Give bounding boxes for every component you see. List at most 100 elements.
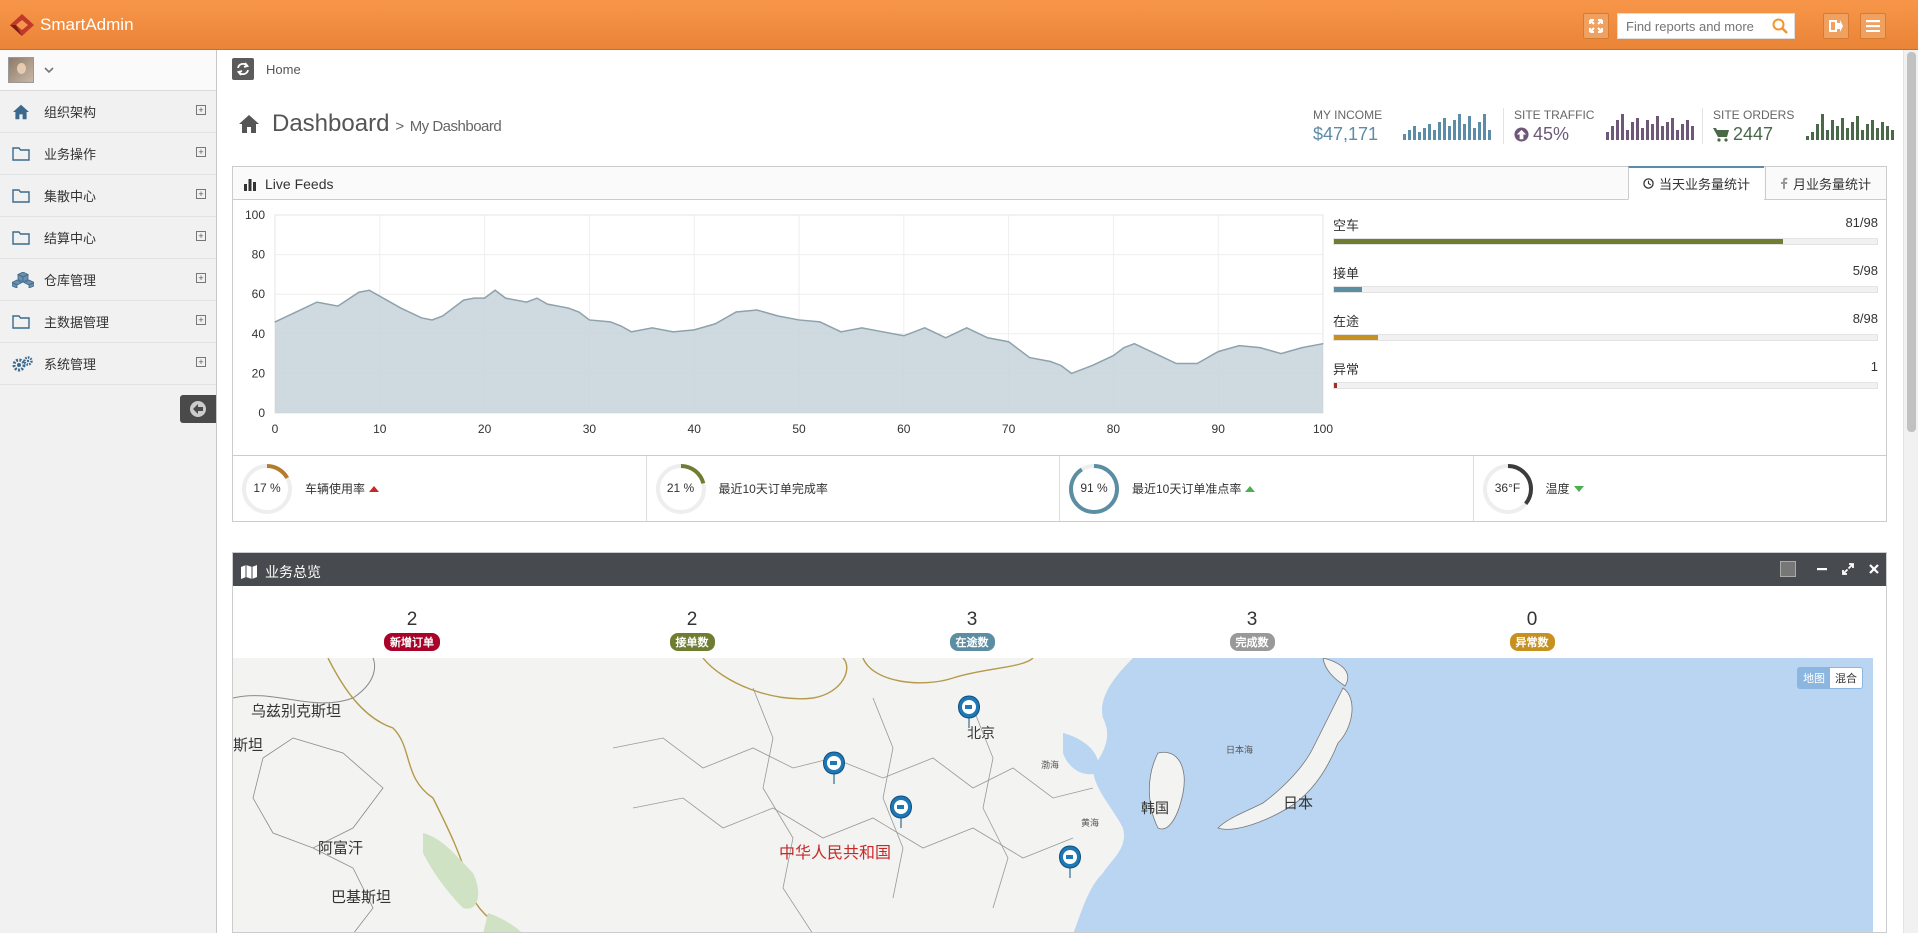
sidebar-item[interactable]: 业务操作 + — [0, 133, 216, 175]
live-feeds-title: Live Feeds — [243, 176, 333, 192]
kpi-item: 91 % 最近10天订单准点率 — [1060, 456, 1474, 521]
expand-icon[interactable]: + — [196, 189, 206, 199]
sparkline-bar — [1686, 120, 1689, 140]
stat-income-value: $47,171 — [1313, 124, 1379, 144]
sidebar-item[interactable]: 集散中心 + — [0, 175, 216, 217]
data-point — [400, 307, 402, 309]
app-name: SmartAdmin — [40, 15, 134, 34]
chevron-down-icon[interactable] — [44, 66, 54, 74]
collapse-sidebar-button[interactable] — [180, 395, 216, 423]
data-point — [337, 305, 339, 307]
map-type-map-button[interactable]: 地图 — [1798, 668, 1830, 688]
color-picker-button[interactable] — [1780, 561, 1796, 577]
data-point — [1008, 341, 1010, 343]
kpi-ring: 21 % — [655, 463, 707, 515]
user-info[interactable] — [0, 50, 216, 91]
x-tick-label: 90 — [1212, 422, 1226, 436]
search-box[interactable] — [1617, 13, 1795, 39]
kpi-label: 温度 — [1546, 480, 1584, 497]
map-label-afghanistan: 阿富汗 — [318, 839, 363, 857]
progress-row: 空车 81/98 — [1333, 215, 1878, 245]
sparkline-bar — [1641, 128, 1644, 140]
page-scrollbar[interactable] — [1903, 50, 1918, 933]
tab-monthly-stats[interactable]: 月业务量统计 — [1765, 166, 1885, 200]
expand-icon[interactable]: + — [196, 105, 206, 115]
sparkline-bar — [1651, 124, 1654, 140]
overview-title: 业务总览 — [241, 562, 321, 582]
kpi-value: 21 % — [666, 480, 695, 495]
sparkline-bar — [1821, 114, 1824, 140]
kpi-ring: 91 % — [1068, 463, 1120, 515]
stat-orders-label: SITE ORDERS — [1713, 108, 1795, 122]
logo-icon — [10, 14, 34, 36]
nav-list: 组织架构 + 业务操作 + 集散中心 + 结算中心 + 仓库管理 + 主数据管理 + 系统管理 + — [0, 91, 216, 385]
refresh-button[interactable] — [232, 58, 254, 80]
sparkline-bar — [1671, 118, 1674, 140]
data-point — [473, 297, 475, 299]
minimize-icon[interactable] — [1816, 563, 1828, 575]
expand-icon[interactable]: + — [196, 357, 206, 367]
sidebar-item[interactable]: 系统管理 + — [0, 343, 216, 385]
kpi-item: 17 % 车辆使用率 — [233, 456, 647, 521]
tab-daily-stats[interactable]: 当天业务量统计 — [1628, 166, 1765, 200]
arrow-circle-up-icon — [1514, 127, 1529, 142]
map-view[interactable]: 乌兹别克斯坦 斯坦 阿富汗 巴基斯坦 北京 中华人民共和国 韩国 日本 渤海 黄… — [233, 658, 1873, 933]
home-icon — [239, 115, 259, 133]
live-feeds-title-text: Live Feeds — [265, 176, 334, 192]
sparkline-bar — [1836, 126, 1839, 140]
progress-track — [1333, 382, 1878, 389]
stat-traffic: SITE TRAFFIC 45% — [1514, 108, 1594, 145]
y-tick-label: 60 — [252, 287, 266, 301]
overview-header: 业务总览 — [233, 553, 1886, 586]
live-feeds-chart: 0 10 20 30 40 50 60 70 80 90 100 0 20 40 60 80 100 — [233, 200, 1333, 455]
sidebar-item[interactable]: 仓库管理 + — [0, 259, 216, 301]
breadcrumb-home[interactable]: Home — [266, 62, 301, 77]
logout-button[interactable] — [1823, 13, 1849, 39]
sparkline-bar — [1413, 126, 1416, 140]
count-badge: 接单数 — [669, 633, 715, 651]
avatar[interactable] — [8, 57, 34, 83]
progress-fill — [1334, 239, 1783, 244]
fullscreen-button[interactable] — [1583, 13, 1609, 39]
data-point — [358, 291, 360, 293]
sparkline-bar — [1666, 122, 1669, 140]
search-icon[interactable] — [1772, 18, 1788, 34]
folder-icon — [12, 188, 34, 203]
data-point — [735, 311, 737, 313]
app-logo[interactable]: SmartAdmin — [8, 12, 134, 38]
sparkline-bar — [1616, 120, 1619, 140]
sea-area — [1073, 658, 1873, 932]
sparkline-bar — [1611, 126, 1614, 140]
stat-orders: SITE ORDERS 2447 — [1713, 108, 1794, 145]
expand-icon[interactable]: + — [196, 273, 206, 283]
expand-icon[interactable]: + — [196, 147, 206, 157]
tab-daily-stats-label: 当天业务量统计 — [1659, 177, 1751, 192]
close-icon[interactable] — [1868, 563, 1880, 575]
sidebar-item-label: 仓库管理 — [44, 273, 97, 288]
caret-down-icon — [1573, 485, 1584, 492]
sparkline-bar — [1886, 126, 1889, 140]
y-tick-label: 0 — [258, 406, 265, 420]
sidebar-item[interactable]: 结算中心 + — [0, 217, 216, 259]
expand-icon[interactable] — [1842, 563, 1854, 575]
menu-button[interactable] — [1860, 13, 1886, 39]
map-canvas[interactable]: 乌兹别克斯坦 斯坦 阿富汗 巴基斯坦 北京 中华人民共和国 韩国 日本 渤海 黄… — [233, 658, 1873, 933]
expand-icon[interactable]: + — [196, 231, 206, 241]
count-value: 2 — [406, 609, 418, 630]
expand-icon[interactable]: + — [196, 315, 206, 325]
progress-label: 在途 — [1333, 314, 1360, 329]
data-point — [987, 337, 989, 339]
map-label-sea-of-japan: 日本海 — [1226, 744, 1253, 755]
area-chart: 0 10 20 30 40 50 60 70 80 90 100 0 20 40 60 80 100 — [245, 208, 1333, 436]
data-point — [693, 329, 695, 331]
progress-list: 空车 81/98 接单 5/98 在途 8/98 异常 1 — [1333, 215, 1878, 407]
sparkline-bar — [1418, 132, 1421, 140]
count-badge: 异常数 — [1509, 633, 1555, 651]
search-input[interactable] — [1626, 18, 1766, 34]
map-type-hybrid-button[interactable]: 混合 — [1830, 668, 1862, 688]
sidebar-item[interactable]: 组织架构 + — [0, 91, 216, 133]
sidebar-item[interactable]: 主数据管理 + — [0, 301, 216, 343]
sparkline-bar — [1806, 136, 1809, 140]
scrollbar-thumb[interactable] — [1907, 52, 1916, 432]
data-point — [463, 299, 465, 301]
